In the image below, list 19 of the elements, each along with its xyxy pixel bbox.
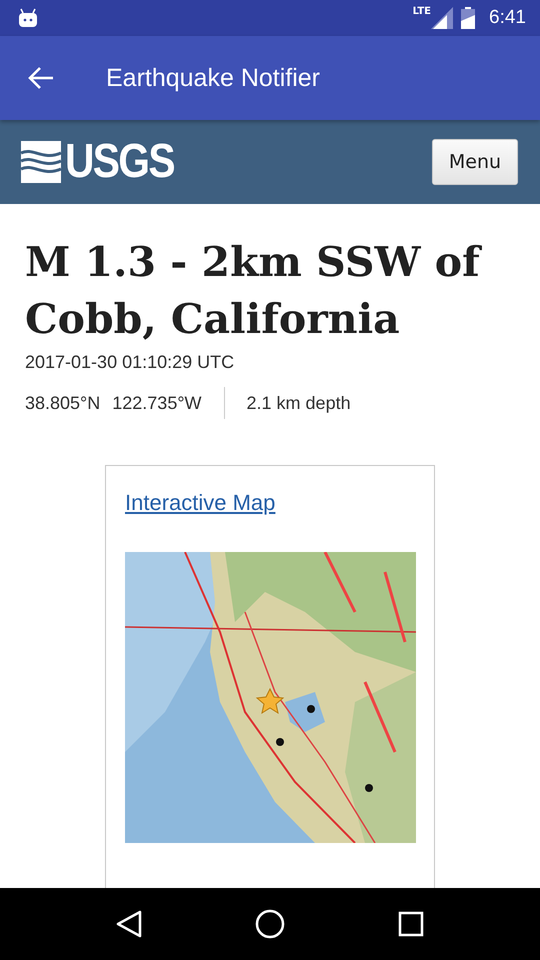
signal-icon: [431, 7, 454, 29]
back-arrow-icon[interactable]: [28, 66, 54, 90]
logo-text: USGS: [65, 138, 174, 186]
longitude: 122.735°W: [112, 392, 202, 414]
waves-icon: [21, 141, 61, 183]
back-icon[interactable]: [116, 910, 142, 938]
clock: 6:41: [489, 7, 526, 29]
android-icon: [18, 8, 38, 28]
event-time: 2017-01-30 01:10:29 UTC: [25, 352, 236, 373]
event-title: M 1.3 - 2km SSW of Cobb, California: [25, 237, 483, 345]
recents-icon[interactable]: [398, 911, 424, 937]
depth: 2.1 km depth: [246, 392, 351, 414]
home-icon[interactable]: [254, 909, 285, 939]
interactive-map-link[interactable]: Interactive Map: [125, 490, 276, 515]
latitude: 38.805°N: [25, 392, 100, 414]
menu-button[interactable]: Menu: [432, 139, 518, 185]
battery-icon: [461, 7, 476, 29]
app-title: Earthquake Notifier: [106, 64, 320, 92]
network-type: LTE: [412, 6, 432, 17]
